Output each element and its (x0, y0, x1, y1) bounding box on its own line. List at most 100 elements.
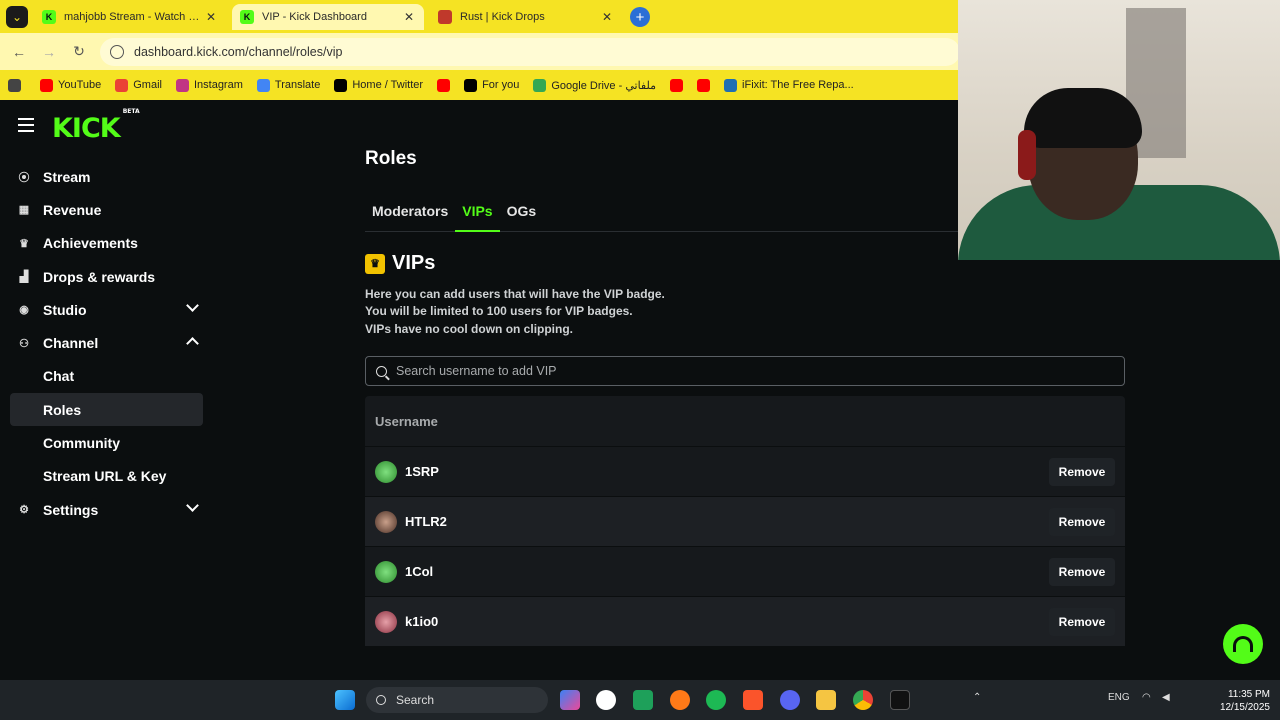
chevron-down-icon (186, 499, 199, 512)
sidebar-item-chat[interactable]: Chat (10, 360, 203, 393)
remove-button[interactable]: Remove (1049, 607, 1115, 636)
page-title: Roles (365, 148, 417, 169)
chart-icon: ▦ (18, 204, 30, 217)
url-field[interactable]: dashboard.kick.com/channel/roles/vip (100, 38, 960, 66)
username: 1SRP (405, 464, 439, 479)
discord-icon[interactable] (780, 690, 800, 710)
file-explorer-icon[interactable] (816, 690, 836, 710)
webcam-overlay (958, 0, 1280, 260)
taskbar-clock[interactable]: 11:35 PM 12/15/2025 (1208, 688, 1270, 714)
avatar (375, 510, 397, 533)
gmail-icon (115, 78, 129, 92)
browser-tab[interactable]: Rust | Kick Drops ✕ (430, 4, 622, 30)
wifi-icon[interactable]: ◠ (1142, 692, 1151, 703)
sidebar: ⦿ Stream ▦ Revenue ♛ Achievements ▟ Drops & … (10, 160, 203, 526)
chrome-icon[interactable] (853, 690, 873, 710)
taskbar-search[interactable]: Search (366, 687, 548, 713)
windows-taskbar: Search ⌃ ENG ◠ ◀ 11:35 PM 12/15/2025 (0, 680, 1280, 720)
youtube-icon (437, 78, 451, 92)
windows-start-icon[interactable] (335, 690, 355, 710)
bookmark-instagram[interactable]: Instagram (175, 78, 243, 92)
tab-moderators[interactable]: Moderators (365, 200, 455, 232)
tab-title: VIP - Kick Dashboard (262, 11, 367, 23)
volume-icon[interactable]: ◀ (1162, 692, 1170, 703)
youtube-icon (670, 78, 684, 92)
table-row: k1io0 Remove (365, 596, 1125, 646)
reload-icon[interactable]: ↻ (68, 41, 90, 63)
bookmark-ifixit[interactable]: iFixit: The Free Repa... (724, 78, 854, 92)
vip-description: Here you can add users that will have th… (365, 287, 665, 336)
firefox-icon[interactable] (670, 690, 690, 710)
remove-button[interactable]: Remove (1049, 507, 1115, 536)
sidebar-item-studio[interactable]: ◉ Studio (10, 293, 203, 326)
back-icon[interactable]: ← (8, 41, 30, 63)
sidebar-item-channel[interactable]: ⚇ Channel (10, 326, 203, 359)
sidebar-item-achievements[interactable]: ♛ Achievements (10, 227, 203, 260)
language-indicator[interactable]: ENG (1108, 692, 1130, 703)
obs-icon[interactable] (596, 690, 616, 710)
table-row: 1SRP Remove (365, 446, 1125, 496)
chevron-down-icon (186, 299, 199, 313)
youtube-icon (40, 78, 53, 92)
x-icon (334, 78, 348, 92)
search-icon (376, 365, 387, 377)
username: 1Col (405, 564, 434, 579)
bookmark-youtube-link[interactable] (670, 78, 684, 92)
close-tab-icon[interactable]: ✕ (402, 10, 416, 24)
kick-favicon-icon: K (42, 10, 56, 24)
kick-logo[interactable]: KICKBETA (52, 108, 140, 144)
apps-icon[interactable] (8, 78, 26, 92)
menu-icon[interactable] (18, 118, 34, 136)
bookmark-translate[interactable]: Translate (256, 78, 320, 92)
close-tab-icon[interactable]: ✕ (600, 10, 614, 24)
bookmark-for-you[interactable]: For you (464, 78, 519, 92)
browser-tab[interactable]: K mahjobb Stream - Watch Live o ✕ (34, 4, 226, 30)
browser-tab-active[interactable]: K VIP - Kick Dashboard ✕ (232, 4, 424, 30)
broadcast-icon: ⦿ (18, 171, 30, 184)
tab-vips[interactable]: VIPs (455, 200, 500, 232)
sidebar-item-drops[interactable]: ▟ Drops & rewards (10, 260, 203, 293)
trophy-icon: ♛ (19, 237, 29, 250)
sidebar-item-stream-url-key[interactable]: Stream URL & Key (10, 460, 203, 493)
youtube-icon (697, 78, 711, 92)
bookmark-gmail[interactable]: Gmail (115, 78, 162, 92)
bookmark-youtube-link[interactable] (437, 78, 451, 92)
chevron-up-icon[interactable]: ⌃ (973, 692, 981, 703)
tab-ogs[interactable]: OGs (500, 200, 544, 232)
avatar (375, 460, 397, 483)
remove-button[interactable]: Remove (1049, 457, 1115, 486)
bookmark-google-drive[interactable]: Google Drive - ملفاتي (533, 78, 656, 92)
forward-icon[interactable]: → (38, 41, 60, 63)
close-tab-icon[interactable]: ✕ (204, 10, 218, 24)
rust-favicon-icon (438, 10, 452, 24)
new-tab-button[interactable]: + (630, 7, 650, 27)
table-row: HTLR2 Remove (365, 496, 1125, 546)
sidebar-item-stream[interactable]: ⦿ Stream (10, 160, 203, 193)
webcam-person-hair (1024, 88, 1142, 148)
kick-app-icon[interactable] (633, 690, 653, 710)
sidebar-item-roles[interactable]: Roles (10, 393, 203, 427)
bookmark-twitter[interactable]: Home / Twitter (334, 78, 423, 92)
crown-icon: ♛ (365, 253, 385, 274)
support-chat-button[interactable] (1223, 624, 1263, 664)
sidebar-item-revenue[interactable]: ▦ Revenue (10, 193, 203, 226)
search-input[interactable]: Search username to add VIP (365, 356, 1125, 386)
tab-list-button[interactable]: ⌄ (6, 5, 28, 28)
google-drive-icon (533, 78, 547, 92)
copilot-icon[interactable] (560, 690, 580, 710)
kick-favicon-icon: K (240, 10, 254, 24)
site-info-icon[interactable] (110, 45, 124, 59)
sidebar-item-community[interactable]: Community (10, 426, 203, 459)
tab-title: mahjobb Stream - Watch Live o (64, 11, 204, 23)
remove-button[interactable]: Remove (1049, 557, 1115, 586)
sidebar-item-settings[interactable]: ⚙ Settings (10, 493, 203, 526)
bookmark-youtube-link[interactable] (697, 78, 711, 92)
app-icon[interactable] (890, 690, 910, 710)
bookmark-youtube[interactable]: YouTube (40, 78, 101, 92)
brave-icon[interactable] (743, 690, 763, 710)
channel-icon: ⚇ (19, 337, 29, 350)
spotify-icon[interactable] (706, 690, 726, 710)
avatar (375, 610, 397, 633)
x-icon (464, 78, 478, 92)
studio-icon: ◉ (19, 304, 29, 317)
